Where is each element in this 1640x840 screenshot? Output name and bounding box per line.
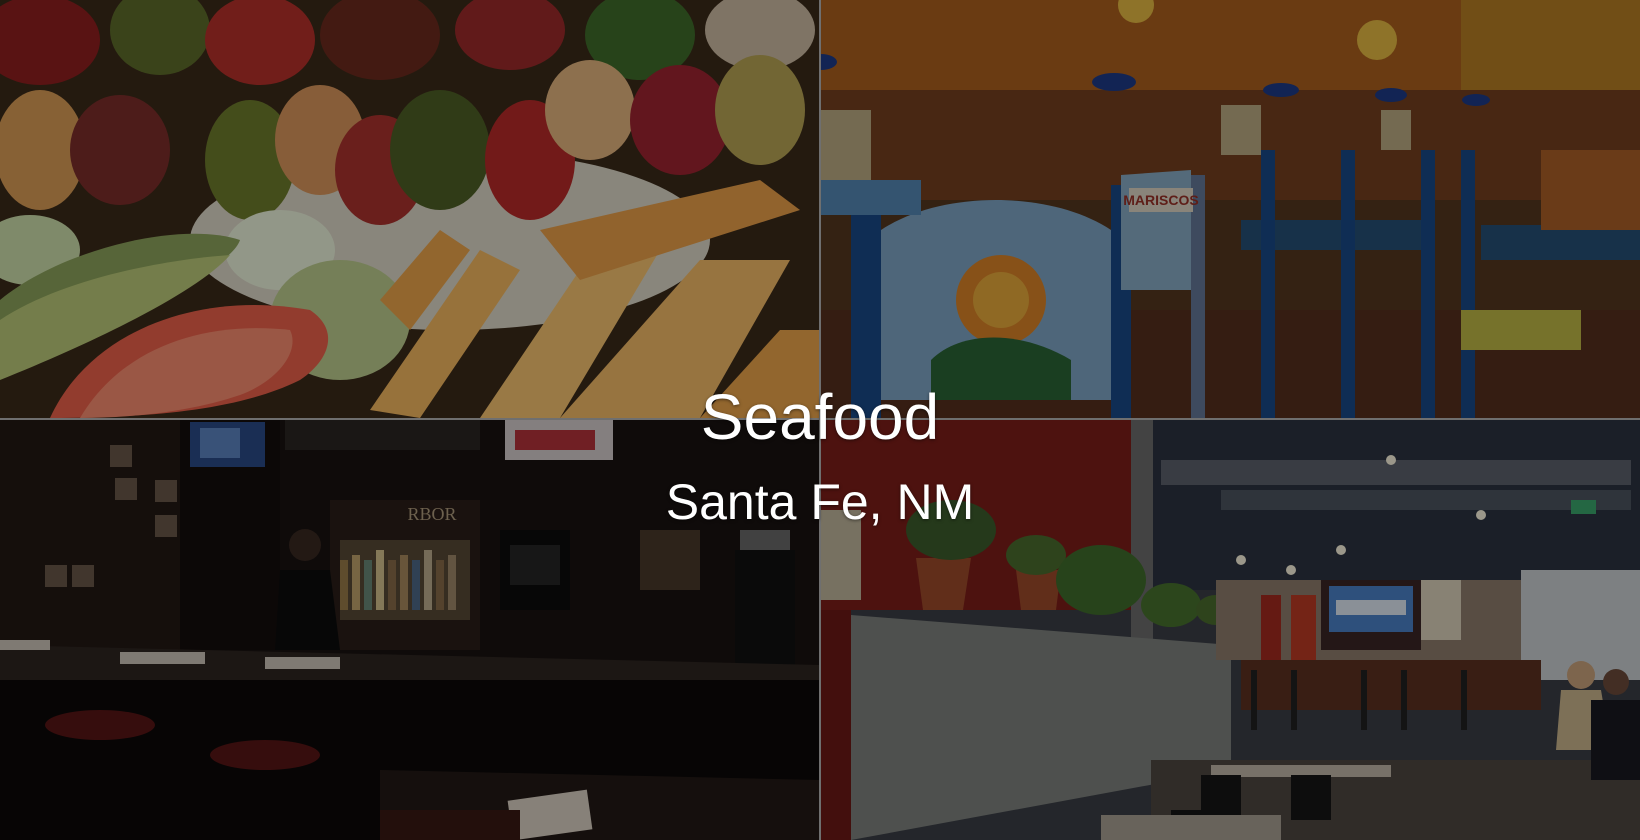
photo-collage: MARISCOS RBOR (0, 0, 1640, 840)
overlay-subtitle: Santa Fe, NM (665, 474, 975, 530)
overlay-title: Seafood (700, 381, 940, 453)
